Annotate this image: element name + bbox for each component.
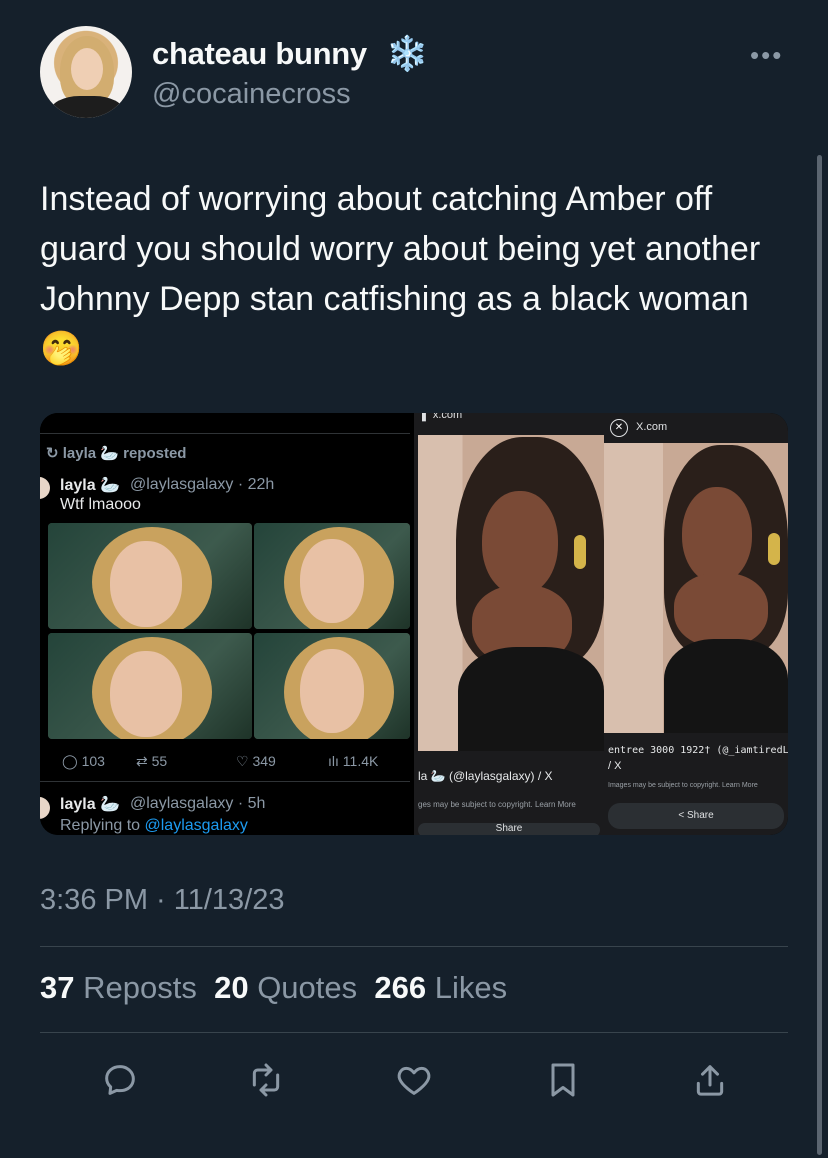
divider [40, 946, 788, 947]
divider [40, 1032, 788, 1033]
embedded-photo [254, 633, 410, 739]
replies-count: 103 [81, 753, 105, 769]
author-name[interactable]: chateau bunny [152, 36, 367, 72]
avatar-shirt [50, 96, 124, 118]
embedded-author-handle: @laylasgalaxy · 5h [130, 795, 266, 812]
avatar-face [71, 48, 103, 90]
embedded-photo [254, 523, 410, 629]
reposts-count: 55 [151, 753, 168, 769]
media-screenshot-thread[interactable]: ↻ layla 🦢 reposted layla 🦢 @laylasgalaxy… [40, 413, 410, 835]
reposts-label: Reposts [83, 970, 197, 1005]
site-header: ▌ x.com [422, 413, 462, 421]
replying-to-handle: @laylasgalaxy [144, 817, 248, 834]
embedded-photo [48, 633, 252, 739]
share-button[interactable]: < Share [608, 803, 784, 829]
profile-photo [604, 443, 788, 733]
reply-icon[interactable] [100, 1060, 140, 1100]
replying-to-label: Replying to [60, 817, 145, 834]
share-icon[interactable] [690, 1060, 730, 1100]
result-caption: entree 3000 1922† (@_iamtiredL [608, 745, 788, 756]
heart-small-icon: ♡ [236, 753, 253, 769]
likes-label: Likes [434, 970, 508, 1005]
site-name: x.com [432, 413, 463, 421]
divider [40, 781, 410, 782]
embedded-photo [48, 523, 252, 629]
reposts-link[interactable]: 37 Reposts [40, 970, 197, 1005]
quotes-count: 20 [214, 970, 249, 1005]
likes-count: 266 [374, 970, 427, 1005]
stat-likes: ♡ 349 [236, 753, 276, 770]
stat-reposts: ⇄ 55 [136, 753, 167, 770]
avatar [40, 477, 50, 499]
x-logo-icon: ✕ [610, 419, 628, 437]
media-screenshot-search-1[interactable]: ▌ x.com la 🦢 (@laylasgalaxy) / X ges may… [414, 413, 604, 835]
embedded-author-name: layla 🦢 [60, 796, 120, 813]
share-button[interactable]: Share [418, 823, 600, 835]
embedded-post-text: Wtf lmaooo [60, 496, 141, 513]
bookmark-icon[interactable] [543, 1060, 583, 1100]
more-options-icon[interactable]: ••• [750, 40, 783, 71]
like-icon[interactable] [394, 1060, 434, 1100]
result-caption: la 🦢 (@laylasgalaxy) / X [418, 769, 553, 783]
site-name: X.com [636, 421, 668, 433]
stat-views: ılı 11.4K [328, 753, 378, 769]
views-count: 11.4K [342, 753, 379, 769]
embedded-author-handle: @laylasgalaxy · 22h [130, 476, 275, 493]
engagement-counts: 37 Reposts 20 Quotes 266 Likes [40, 970, 507, 1006]
x-logo-icon: ▌ [422, 413, 433, 421]
avatar [40, 797, 50, 819]
quotes-link[interactable]: 20 Quotes [214, 970, 357, 1005]
quotes-label: Quotes [257, 970, 358, 1005]
repost-icon[interactable] [246, 1060, 286, 1100]
likes-count: 349 [252, 753, 276, 769]
copyright-note: Images may be subject to copyright. Lear… [608, 782, 758, 789]
snowflake-emoji: ❄️ [386, 35, 429, 73]
cropped-top-bar [40, 413, 410, 434]
author-handle[interactable]: @cocainecross [152, 78, 351, 111]
media-screenshot-search-2[interactable]: ✕ X.com entree 3000 1922† (@_iamtiredL /… [604, 413, 788, 835]
media-grid[interactable]: ↻ layla 🦢 reposted layla 🦢 @laylasgalaxy… [40, 413, 788, 835]
profile-photo [418, 435, 604, 751]
replying-to: Replying to @laylasgalaxy [60, 817, 248, 835]
result-caption-suffix: / X [608, 760, 622, 772]
tweet-text: Instead of worrying about catching Amber… [40, 180, 761, 368]
avatar[interactable] [40, 26, 132, 118]
repost-small-icon: ⇄ [136, 753, 152, 769]
reposts-count: 37 [40, 970, 75, 1005]
likes-link[interactable]: 266 Likes [374, 970, 507, 1005]
repost-small-icon: ↻ [46, 445, 63, 462]
stat-replies: ◯ 103 [62, 753, 105, 770]
repost-indicator: ↻ layla 🦢 reposted [46, 444, 186, 462]
repost-label: layla 🦢 reposted [62, 445, 187, 462]
tweet-timestamp[interactable]: 3:36 PM · 11/13/23 [40, 884, 285, 917]
reply-small-icon: ◯ [62, 753, 82, 769]
embedded-author-name: layla 🦢 [60, 477, 120, 494]
views-small-icon: ılı [328, 753, 343, 769]
scrollbar[interactable] [817, 155, 822, 1155]
copyright-note: ges may be subject to copyright. Learn M… [418, 800, 576, 809]
